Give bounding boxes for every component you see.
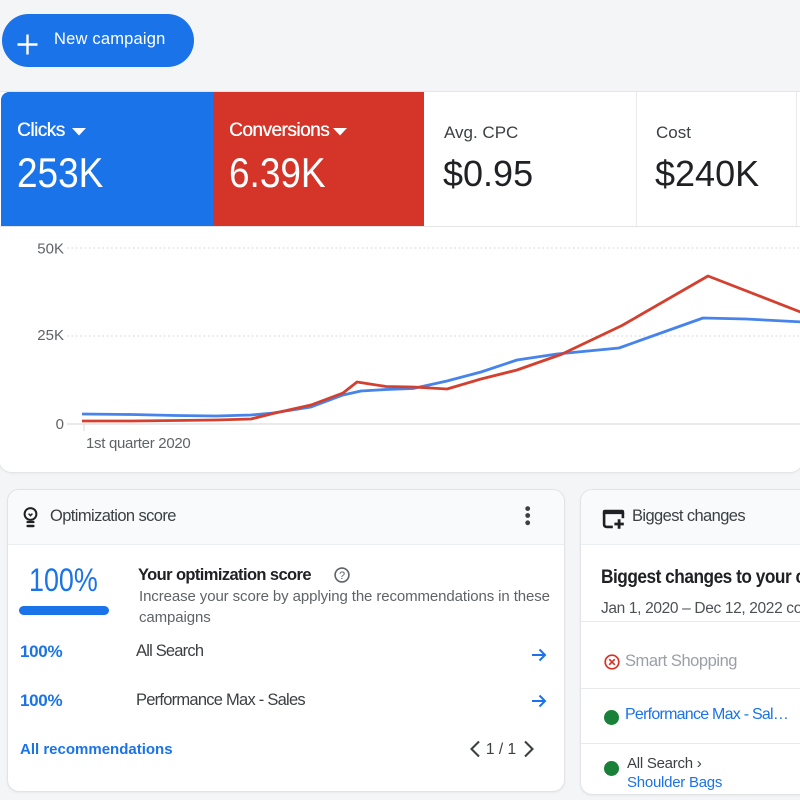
- svg-text:1 / 1: 1 / 1: [486, 741, 516, 758]
- svg-text:0: 0: [56, 416, 64, 433]
- svg-text:50K: 50K: [37, 241, 64, 258]
- svg-text:?: ?: [339, 570, 345, 582]
- svg-text:25K: 25K: [37, 327, 64, 344]
- svg-text:1st quarter 2020: 1st quarter 2020: [86, 435, 190, 452]
